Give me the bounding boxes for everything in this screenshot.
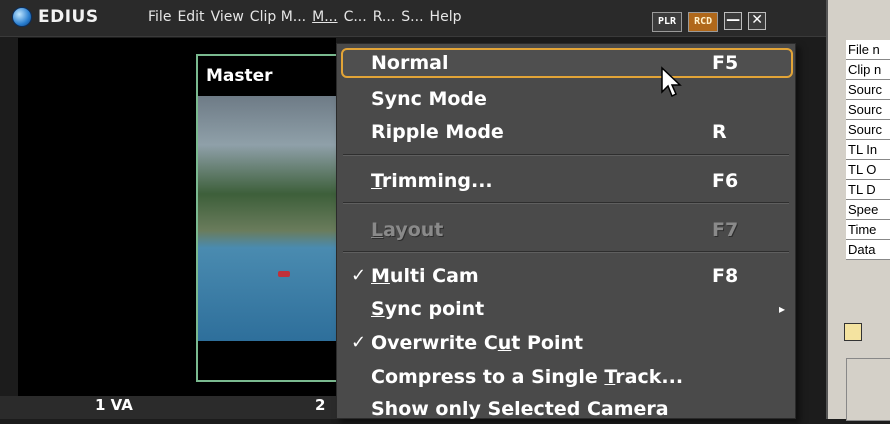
menu-clip-marker[interactable]: Clip M...: [250, 9, 306, 25]
submenu-arrow-icon: ▸: [779, 302, 786, 316]
menu-item-ripple-mode[interactable]: Ripple Mode R: [337, 117, 795, 147]
menu-item-sync-mode[interactable]: Sync Mode: [337, 84, 795, 114]
info-row: Clip n: [846, 60, 890, 80]
info-row: Sourc: [846, 80, 890, 100]
menu-separator: [343, 154, 789, 156]
menu-help[interactable]: Help: [430, 9, 462, 25]
edius-globe-icon: [12, 7, 32, 27]
menu-settings[interactable]: S...: [401, 9, 423, 25]
mnemonic-m: M: [371, 265, 390, 287]
mnemonic-l: L: [371, 219, 384, 241]
menu-separator: [343, 202, 789, 204]
menu-separator: [343, 251, 789, 253]
info-row: Sourc: [846, 100, 890, 120]
camera-strip: [0, 396, 336, 419]
menu-item-label: Show only Selected Camera: [371, 398, 669, 420]
app-name: EDIUS: [38, 7, 99, 27]
menu-item-label: Sync point: [371, 298, 485, 320]
camera-label: 2: [315, 396, 326, 414]
info-row: TL In: [846, 140, 890, 160]
menu-item-trimming[interactable]: Trimming... F6: [337, 166, 795, 196]
master-frame: Master: [196, 54, 338, 382]
menu-item-label: Compress to a Single Track...: [371, 366, 684, 388]
menu-item-label: Normal: [371, 52, 449, 74]
menu-item-multi-cam[interactable]: ✓ Multi Cam F8: [337, 261, 795, 291]
info-row: Time: [846, 220, 890, 240]
menu-edit[interactable]: Edit: [177, 9, 204, 25]
mnemonic-s: S: [371, 298, 385, 320]
video-preview-image: [198, 96, 338, 341]
master-label: Master: [206, 66, 273, 86]
info-row: Sourc: [846, 120, 890, 140]
menu-item-label: Ripple Mode: [371, 121, 504, 143]
checkmark-icon: ✓: [351, 332, 367, 353]
mnemonic-u: u: [497, 332, 512, 354]
menu-item-overwrite-cut-point[interactable]: ✓ Overwrite Cut Point: [337, 328, 795, 358]
menu-mode[interactable]: M...: [312, 9, 337, 25]
menu-item-shortcut: F6: [712, 170, 739, 192]
menu-file[interactable]: File: [148, 9, 171, 25]
menu-item-label: Sync Mode: [371, 88, 487, 110]
info-panel: File n Clip n Sourc Sourc Sourc TL In TL…: [826, 0, 890, 421]
menu-item-shortcut: F7: [712, 219, 739, 241]
close-button[interactable]: ✕: [748, 12, 767, 30]
menu-item-shortcut: F8: [712, 265, 739, 287]
mouse-cursor-icon: [661, 66, 682, 98]
menu-view[interactable]: View: [211, 9, 244, 25]
info-row: TL D: [846, 180, 890, 200]
menu-item-layout: Layout F7: [337, 215, 795, 245]
menu-item-compress-single-track[interactable]: Compress to a Single Track...: [337, 362, 795, 392]
mnemonic-t2: T: [604, 366, 616, 388]
info-row: File n: [846, 40, 890, 60]
menu-item-sync-point[interactable]: Sync point ▸: [337, 294, 795, 324]
panel-box: [846, 358, 890, 421]
mode-dropdown-menu: Normal F5 Sync Mode Ripple Mode R Trimmi…: [336, 43, 796, 420]
checkmark-icon: ✓: [351, 265, 367, 286]
rcd-button[interactable]: RCD: [688, 12, 719, 32]
menu-item-label: Multi Cam: [371, 265, 479, 287]
app-logo: EDIUS: [12, 7, 99, 27]
track-label: 1 VA: [95, 396, 133, 414]
menu-item-normal[interactable]: Normal F5: [341, 48, 793, 78]
menu-item-label: Overwrite Cut Point: [371, 332, 584, 354]
mnemonic-t: T: [371, 170, 382, 192]
menu-item-show-selected-camera[interactable]: Show only Selected Camera: [337, 394, 795, 424]
info-list: File n Clip n Sourc Sourc Sourc TL In TL…: [846, 40, 890, 260]
plr-button[interactable]: PLR: [652, 12, 683, 32]
info-row: TL O: [846, 160, 890, 180]
info-row: Spee: [846, 200, 890, 220]
menu-bar: File Edit View Clip M... M... C... R... …: [148, 9, 467, 25]
menu-render[interactable]: R...: [373, 9, 396, 25]
menu-capture[interactable]: C...: [344, 9, 367, 25]
menu-item-shortcut: R: [712, 121, 727, 143]
boat-shape: [278, 271, 290, 277]
info-row: Data: [846, 240, 890, 260]
title-bar: EDIUS File Edit View Clip M... M... C...…: [0, 0, 826, 37]
window-buttons: PLR RCD — ✕: [652, 12, 767, 32]
minimize-button[interactable]: —: [724, 12, 743, 30]
panel-toggle-icon[interactable]: [844, 323, 862, 341]
menu-item-shortcut: F5: [712, 52, 739, 74]
menu-item-label: Trimming...: [371, 170, 493, 192]
menu-item-label: Layout: [371, 219, 444, 241]
